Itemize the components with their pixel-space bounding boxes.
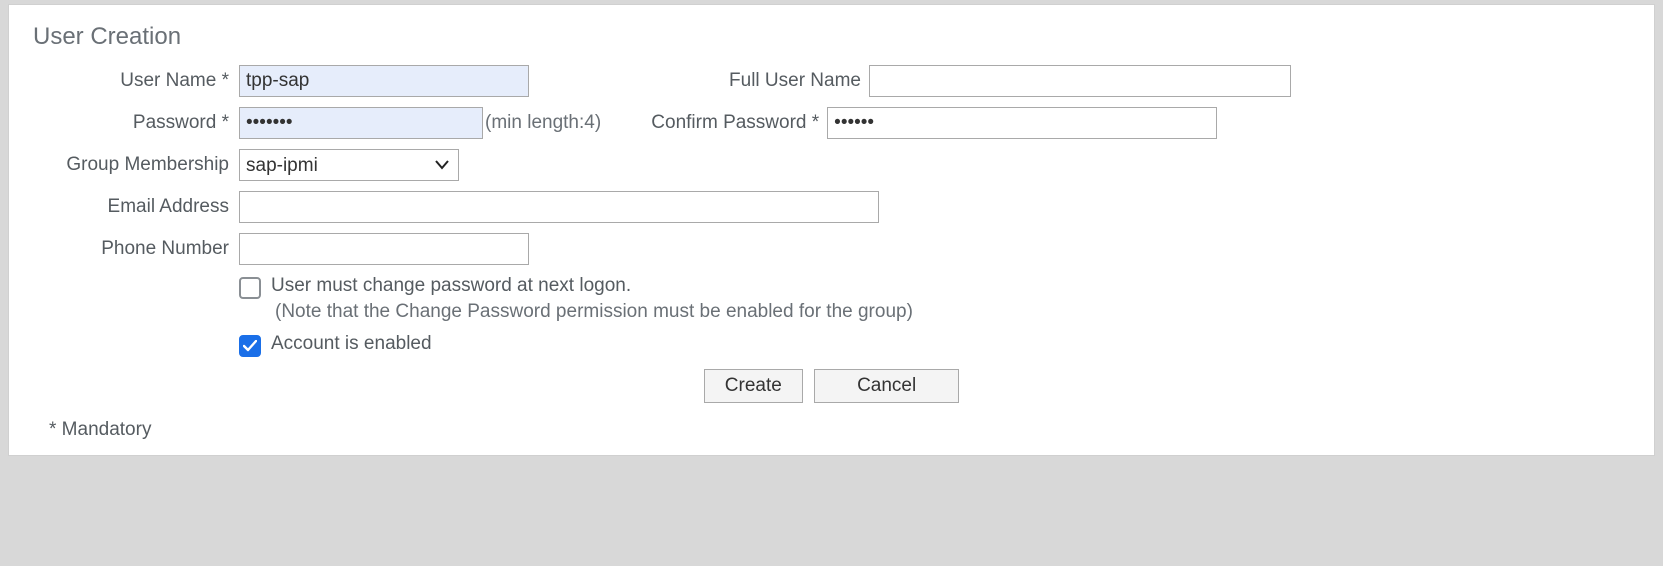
row-password: Password * (min length:4) Confirm Passwo… [29, 107, 1634, 139]
password-min-hint: (min length:4) [485, 112, 601, 134]
password-input[interactable] [239, 107, 483, 139]
phone-number-input[interactable] [239, 233, 529, 265]
cancel-button[interactable]: Cancel [814, 369, 959, 403]
section-title: User Creation [33, 23, 1634, 51]
button-row: Create Cancel [29, 369, 1634, 403]
label-full-user-name: Full User Name [539, 70, 861, 92]
account-enabled-checkbox[interactable] [239, 335, 261, 357]
row-phone: Phone Number [29, 233, 1634, 265]
label-group-membership: Group Membership [29, 154, 239, 176]
label-email-address: Email Address [29, 196, 239, 218]
must-change-password-note: (Note that the Change Password permissio… [275, 301, 1634, 323]
user-name-input[interactable] [239, 65, 529, 97]
full-user-name-input[interactable] [869, 65, 1291, 97]
email-address-input[interactable] [239, 191, 879, 223]
row-group-membership: Group Membership sap-ipmi [29, 149, 1634, 181]
mandatory-note: * Mandatory [49, 419, 1634, 441]
account-enabled-label: Account is enabled [271, 333, 432, 355]
label-password: Password * [29, 112, 239, 134]
label-user-name: User Name * [29, 70, 239, 92]
must-change-password-label: User must change password at next logon. [271, 275, 631, 297]
label-confirm-password: Confirm Password * [609, 112, 819, 134]
row-must-change-password: User must change password at next logon. [239, 275, 1634, 299]
check-icon [243, 340, 257, 352]
group-membership-select[interactable]: sap-ipmi [239, 149, 459, 181]
create-button[interactable]: Create [704, 369, 803, 403]
row-account-enabled: Account is enabled [239, 333, 1634, 357]
row-email: Email Address [29, 191, 1634, 223]
user-creation-panel: User Creation User Name * Full User Name… [8, 4, 1655, 456]
row-user-name: User Name * Full User Name [29, 65, 1634, 97]
confirm-password-input[interactable] [827, 107, 1217, 139]
label-phone-number: Phone Number [29, 238, 239, 260]
must-change-password-checkbox[interactable] [239, 277, 261, 299]
